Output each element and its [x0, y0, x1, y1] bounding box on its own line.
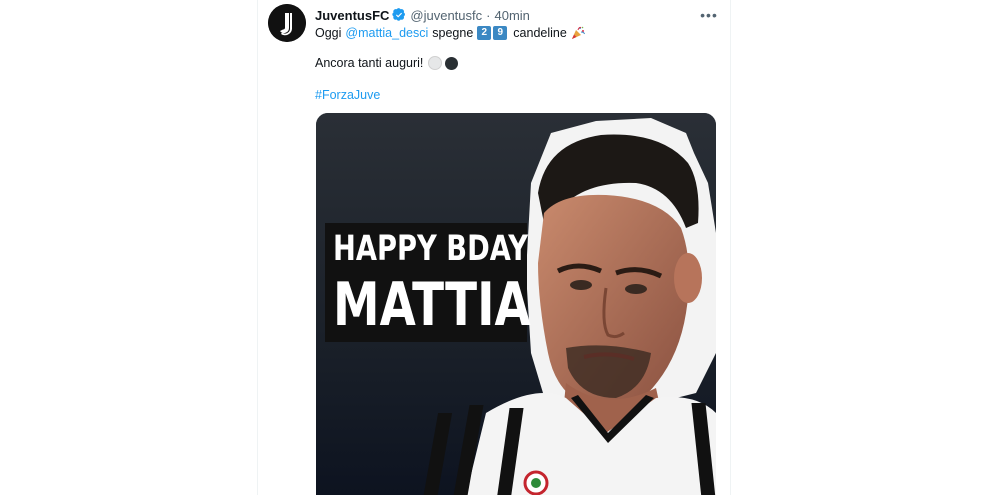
timestamp[interactable]: 40min — [494, 8, 529, 23]
juventus-logo-icon — [268, 4, 306, 42]
tweet-text-line-3: #ForzaJuve — [315, 86, 380, 104]
wishes-text: Ancora tanti auguri! — [315, 56, 424, 70]
mention-link[interactable]: @mattia_desci — [345, 26, 428, 40]
tweet-text-line-1: Oggi @mattia_desci spegne 2 9 candeline — [315, 24, 586, 42]
page: JuventusFC @juventusfc · 40min ••• Oggi … — [0, 0, 990, 495]
text-prefix: Oggi — [315, 26, 342, 40]
text-verb: spegne — [432, 26, 474, 40]
handle[interactable]: @juventusfc — [410, 8, 482, 23]
tweet-header: JuventusFC @juventusfc · 40min — [315, 6, 530, 24]
separator-dot: · — [486, 7, 491, 23]
black-circle-icon — [445, 56, 459, 70]
tweet-text-line-2: Ancora tanti auguri! — [315, 54, 459, 72]
keycap-digit-9: 9 — [493, 26, 508, 40]
party-popper-icon — [571, 26, 585, 39]
white-circle-icon — [428, 56, 443, 70]
headline-name: MATTIA — [333, 270, 531, 340]
keycap-digit-2: 2 — [477, 26, 492, 40]
headline-happy-bday: HAPPY BDAY — [333, 229, 529, 269]
avatar[interactable] — [268, 4, 306, 42]
verified-badge-icon — [392, 8, 406, 21]
text-suffix: candeline — [513, 26, 567, 40]
more-options-icon[interactable]: ••• — [700, 6, 718, 24]
hashtag-link[interactable]: #ForzaJuve — [315, 88, 380, 102]
display-name[interactable]: JuventusFC — [315, 8, 389, 23]
